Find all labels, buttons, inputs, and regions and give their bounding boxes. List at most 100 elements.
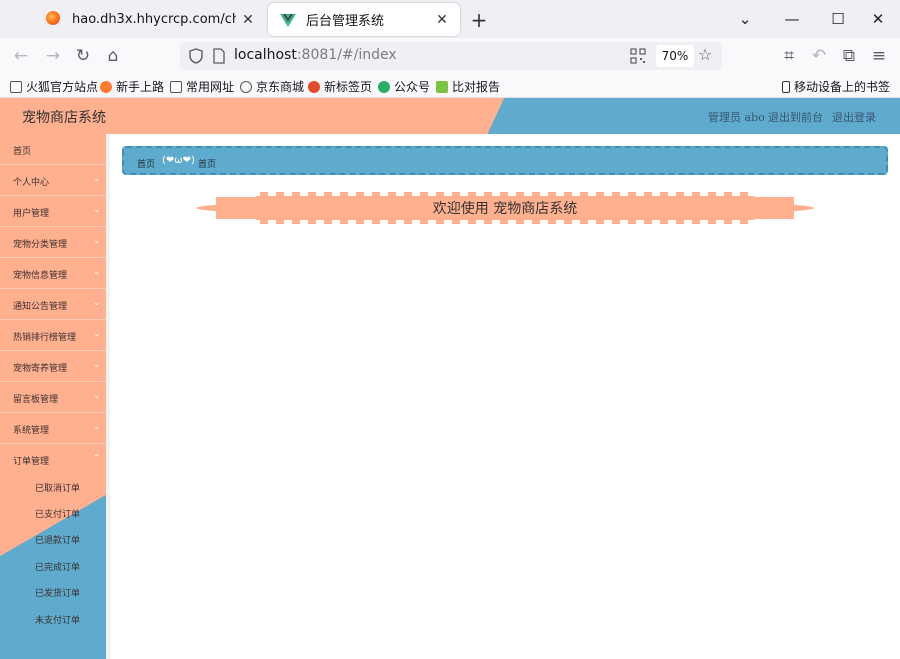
sidebar-subitem-paid-orders[interactable]: 已支付订单	[0, 499, 106, 525]
url-host: localhost	[234, 47, 297, 63]
sidebar-item-system[interactable]: 系统管理 ⌄	[0, 413, 106, 444]
bookmark-label: 公众号	[394, 80, 431, 94]
tab-title: hao.dh3x.hhycrcp.com/chrd	[72, 12, 236, 27]
globe-icon	[240, 80, 252, 93]
chevron-down-icon: ⌄	[93, 329, 100, 338]
sidebar-item-label: 个人中心	[13, 178, 50, 188]
sidebar-item-message-board[interactable]: 留言板管理 ⌄	[0, 382, 106, 413]
breadcrumb-current: 首页	[198, 160, 217, 170]
maximize-icon[interactable]: ☐	[816, 6, 860, 32]
sidebar-subitem-unpaid-orders[interactable]: 未支付订单	[0, 605, 106, 631]
sidebar-item-label: 首页	[13, 147, 32, 157]
chevron-down-icon: ⌄	[93, 267, 100, 276]
chevron-down-icon: ⌄	[93, 298, 100, 307]
sidebar-item-pet-info[interactable]: 宠物信息管理 ⌄	[0, 258, 106, 289]
bookmark-item[interactable]: 公众号	[378, 78, 430, 95]
bookmark-item[interactable]: 火狐官方站点	[10, 78, 98, 95]
sidebar-subitem-label: 未支付订单	[35, 616, 81, 626]
sidebar-item-label: 系统管理	[13, 426, 50, 436]
bookmark-label: 新标签页	[324, 80, 373, 94]
undo-icon[interactable]: ↶	[806, 43, 832, 69]
chevron-up-icon: ⌃	[93, 453, 100, 462]
qr-code-icon[interactable]	[630, 48, 646, 64]
sidebar-item-home[interactable]: 首页	[0, 134, 106, 165]
crop-icon[interactable]: ⌗	[776, 43, 802, 69]
bookmark-item[interactable]: 新标签页	[308, 78, 372, 95]
bookmark-item[interactable]: 常用网址	[170, 78, 234, 95]
bookmark-label: 常用网址	[186, 80, 235, 94]
bookmark-item[interactable]: 比对报告	[436, 78, 500, 95]
folder-icon	[10, 80, 22, 93]
sidebar-subitem-shipped-orders[interactable]: 已发货订单	[0, 578, 106, 604]
menu-icon[interactable]: ≡	[866, 43, 892, 69]
back-to-frontend-link[interactable]: 退出到前台	[768, 109, 823, 125]
sidebar-item-orders[interactable]: 订单管理 ⌃	[0, 444, 106, 475]
sidebar-subitem-cancelled-orders[interactable]: 已取消订单	[0, 473, 106, 499]
minimize-icon[interactable]: —	[770, 6, 814, 32]
close-icon[interactable]: ✕	[236, 12, 260, 28]
sidebar-subitem-label: 已退款订单	[35, 536, 81, 546]
chevron-down-icon: ⌄	[93, 422, 100, 431]
back-icon[interactable]: ←	[8, 43, 34, 69]
admin-label: 管理员 abo	[708, 111, 765, 124]
tab-inactive[interactable]: hao.dh3x.hhycrcp.com/chrd ✕	[34, 3, 266, 36]
bookmark-label: 新手上路	[116, 80, 165, 94]
tab-active[interactable]: 后台管理系统 ✕	[268, 3, 460, 36]
zoom-level[interactable]: 70%	[656, 45, 694, 67]
chevron-down-icon[interactable]: ⌄	[723, 6, 767, 32]
bookmark-label: 京东商城	[256, 80, 305, 94]
content-divider	[106, 134, 110, 659]
welcome-text: 欢迎使用 宠物商店系统	[432, 201, 578, 217]
sidebar-item-pet-boarding[interactable]: 宠物寄养管理 ⌄	[0, 351, 106, 382]
vue-icon	[280, 13, 296, 27]
close-icon[interactable]: ✕	[430, 12, 454, 28]
sidebar-item-label: 宠物寄养管理	[13, 364, 68, 374]
breadcrumb-home[interactable]: 首页	[137, 157, 155, 170]
sidebar-subitem-label: 已发货订单	[35, 589, 81, 599]
sidebar-subitem-label: 已完成订单	[35, 563, 81, 573]
bookmark-label: 火狐官方站点	[26, 80, 99, 94]
forward-icon[interactable]: →	[40, 43, 66, 69]
sidebar-item-profile[interactable]: 个人中心 ⌄	[0, 165, 106, 196]
sidebar-item-label: 留言板管理	[13, 395, 59, 405]
sidebar: 首页 个人中心 ⌄ 用户管理 ⌄ 宠物分类管理 ⌄ 宠物信息管理 ⌄ 通知公告管理 ⌄ 热…	[0, 134, 106, 659]
page-icon	[213, 48, 225, 64]
new-tab-icon[interactable]: +	[468, 8, 490, 32]
sidebar-item-label: 宠物信息管理	[13, 271, 68, 281]
extensions-icon[interactable]: ⧉	[836, 43, 862, 69]
sidebar-item-notices[interactable]: 通知公告管理 ⌄	[0, 289, 106, 320]
tab-title: 后台管理系统	[306, 14, 385, 29]
home-icon[interactable]: ⌂	[100, 43, 126, 69]
wechat-icon	[378, 80, 390, 93]
chevron-down-icon: ⌄	[93, 174, 100, 183]
chevron-down-icon: ⌄	[93, 391, 100, 400]
sidebar-subitem-label: 已取消订单	[35, 484, 81, 494]
mobile-bookmarks[interactable]: 移动设备上的书签	[781, 78, 890, 95]
sidebar-subitem-refunded-orders[interactable]: 已退款订单	[0, 525, 106, 551]
bookmarks-bar: 火狐官方站点 新手上路 常用网址 京东商城 新标签页 公众号 比对报告 移动设备…	[0, 74, 900, 98]
sidebar-item-hot-ranking[interactable]: 热销排行榜管理 ⌄	[0, 320, 106, 351]
folder-icon	[170, 80, 182, 93]
sidebar-subitem-label: 已支付订单	[35, 510, 81, 520]
bookmark-item[interactable]: 京东商城	[240, 78, 304, 95]
sidebar-item-pet-category[interactable]: 宠物分类管理 ⌄	[0, 227, 106, 258]
chevron-down-icon: ⌄	[93, 205, 100, 214]
logout-link[interactable]: 退出登录	[832, 109, 876, 125]
navigation-bar: ← → ↻ ⌂ localhost:8081/#/index 70% ☆ ⌗ ↶…	[0, 38, 900, 74]
browser-tab-bar: hao.dh3x.hhycrcp.com/chrd ✕ 后台管理系统 ✕ + ⌄…	[0, 0, 900, 38]
phone-icon	[781, 80, 790, 93]
bookmark-label: 移动设备上的书签	[793, 80, 890, 94]
breadcrumb: 首页 (❤ω❤) 首页	[122, 146, 888, 175]
url-bar[interactable]: localhost:8081/#/index 70% ☆	[180, 42, 722, 70]
app-header: 宠物商店系统 管理员 abo 退出到前台 退出登录	[0, 98, 900, 134]
url-path: :8081/#/index	[296, 47, 397, 63]
reload-icon[interactable]: ↻	[70, 43, 96, 69]
app-title: 宠物商店系统	[22, 110, 106, 126]
sidebar-item-users[interactable]: 用户管理 ⌄	[0, 196, 106, 227]
close-window-icon[interactable]: ✕	[856, 6, 900, 32]
star-icon[interactable]: ☆	[698, 45, 712, 64]
bookmark-item[interactable]: 新手上路	[100, 78, 164, 95]
sidebar-subitem-completed-orders[interactable]: 已完成订单	[0, 552, 106, 578]
report-icon	[436, 80, 448, 93]
sidebar-item-label: 通知公告管理	[13, 302, 68, 312]
